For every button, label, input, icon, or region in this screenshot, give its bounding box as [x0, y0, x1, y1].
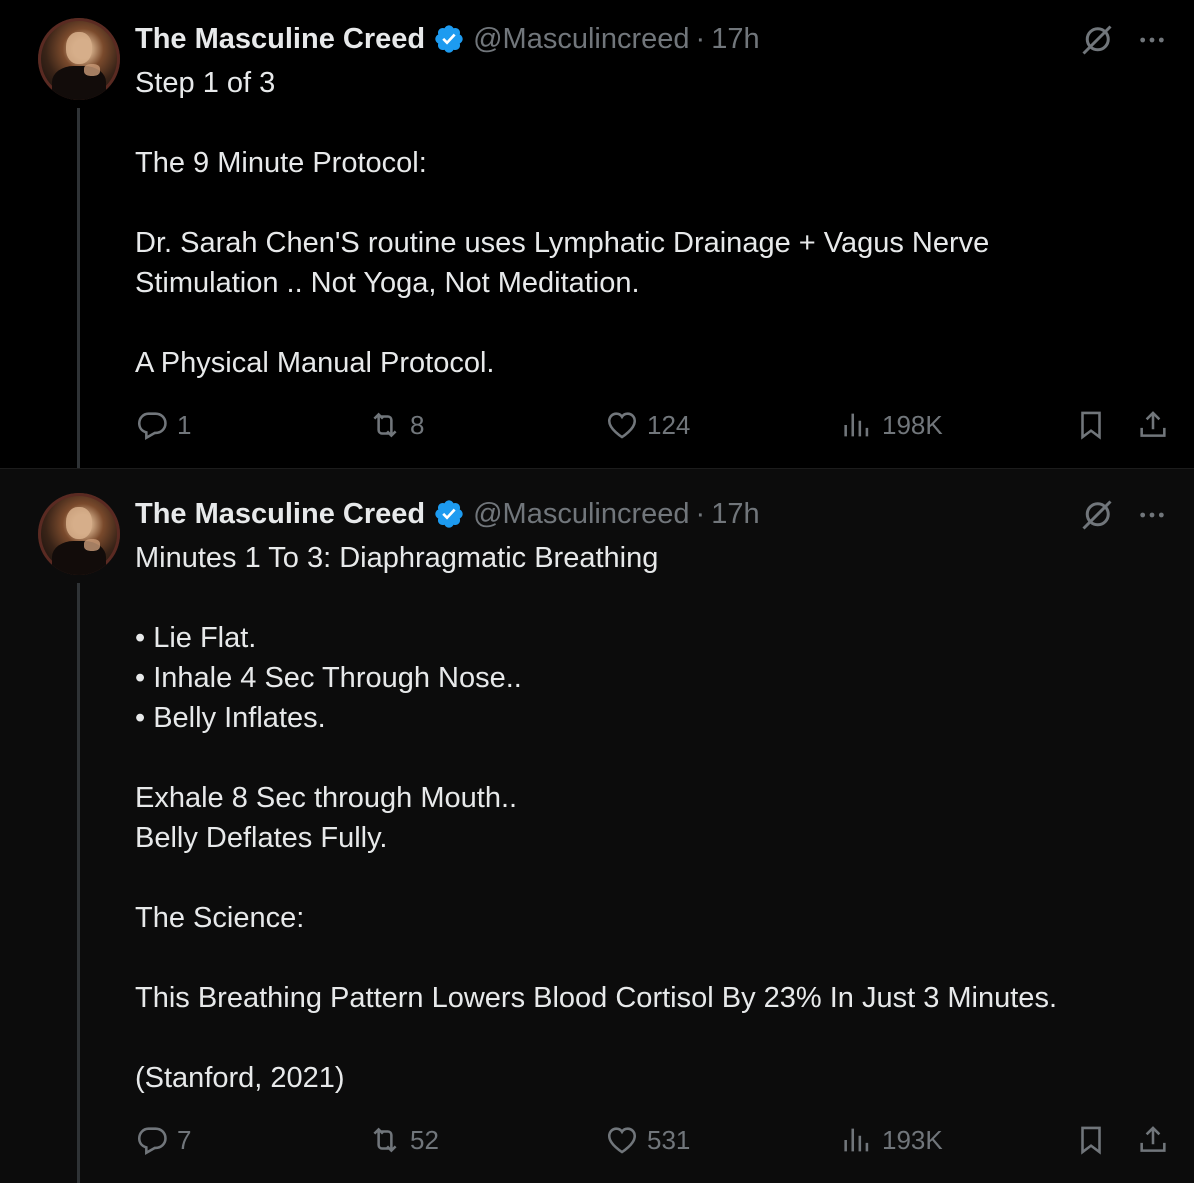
tweet-line: (Stanford, 2021): [135, 1062, 345, 1094]
reply-button[interactable]: 7: [135, 1123, 191, 1157]
action-bar: 1 8 124 198K: [0, 408, 1194, 448]
reply-button[interactable]: 1: [135, 408, 191, 442]
tweet-line: The 9 Minute Protocol:: [135, 147, 427, 179]
reply-icon: [137, 1127, 167, 1155]
repost-button[interactable]: 52: [368, 1123, 439, 1157]
timestamp[interactable]: 17h: [711, 498, 759, 531]
reply-count: 7: [177, 1124, 192, 1155]
grok-icon[interactable]: [1079, 22, 1115, 58]
repost-count: 8: [410, 409, 425, 440]
thread-line: [77, 583, 80, 1183]
tweet-line: The Science:: [135, 902, 305, 934]
share-icon: [1140, 411, 1166, 437]
tweet-header: The Masculine Creed @Masculincreed · 17h: [135, 19, 760, 59]
views-button[interactable]: 193K: [840, 1123, 943, 1157]
tweet-line: A Physical Manual Protocol.: [135, 347, 495, 379]
tweet-line: [135, 183, 1155, 223]
tweet-header: The Masculine Creed @Masculincreed · 17h: [135, 494, 760, 534]
repost-icon: [373, 412, 397, 438]
tweet-line: Stimulation .. Not Yoga, Not Meditation.: [135, 267, 640, 299]
tweet-line: • Lie Flat.: [135, 622, 257, 654]
grok-icon[interactable]: [1079, 497, 1115, 533]
tweet-line: [135, 858, 1155, 898]
bookmark-icon: [1081, 1126, 1101, 1155]
bookmark-icon: [1081, 411, 1101, 440]
tweet-line: Exhale 8 Sec through Mouth..: [135, 782, 518, 814]
like-button[interactable]: 531: [605, 1123, 690, 1157]
tweet-line: [135, 738, 1155, 778]
separator: ·: [695, 497, 706, 530]
like-icon: [607, 412, 637, 439]
reply-icon: [137, 412, 167, 440]
tweet-line: Belly Deflates Fully.: [135, 822, 388, 854]
like-icon: [607, 1127, 637, 1154]
avatar[interactable]: [38, 18, 120, 100]
verified-badge-icon[interactable]: [433, 23, 465, 55]
reply-count: 1: [177, 409, 192, 440]
tweet-line: [135, 303, 1155, 343]
views-count: 198K: [882, 409, 943, 440]
avatar[interactable]: [38, 493, 120, 575]
author-handle[interactable]: @Masculincreed: [473, 498, 689, 531]
like-button[interactable]: 124: [605, 408, 690, 442]
tweet-line: [135, 103, 1155, 143]
author-handle[interactable]: @Masculincreed: [473, 23, 689, 56]
share-icon: [1140, 1126, 1166, 1152]
author-name[interactable]: The Masculine Creed: [135, 23, 425, 56]
tweet[interactable]: The Masculine Creed @Masculincreed · 17h…: [0, 0, 1194, 468]
tweet-line: [135, 578, 1155, 618]
more-icon[interactable]: [1136, 22, 1168, 58]
author-name[interactable]: The Masculine Creed: [135, 498, 425, 531]
separator: ·: [695, 22, 706, 55]
tweet-text: Step 1 of 3 The 9 Minute Protocol: Dr. S…: [135, 63, 1155, 383]
tweet-line: Step 1 of 3: [135, 67, 276, 99]
bookmark-button[interactable]: [1074, 1123, 1108, 1157]
share-button[interactable]: [1136, 1123, 1170, 1157]
tweet-text: Minutes 1 To 3: Diaphragmatic Breathing …: [135, 538, 1155, 1098]
tweet-line: Dr. Sarah Chen'S routine uses Lymphatic …: [135, 227, 990, 259]
tweet[interactable]: The Masculine Creed @Masculincreed · 17h…: [0, 468, 1194, 1183]
like-count: 531: [647, 1124, 691, 1155]
tweet-line: [135, 1018, 1155, 1058]
tweet-line: Minutes 1 To 3: Diaphragmatic Breathing: [135, 542, 659, 574]
tweet-line: [135, 938, 1155, 978]
verified-badge-icon[interactable]: [433, 498, 465, 530]
action-bar: 7 52 531 193K: [0, 1123, 1194, 1163]
repost-icon: [373, 1127, 397, 1153]
like-count: 124: [647, 409, 691, 440]
views-icon: [844, 413, 869, 437]
views-button[interactable]: 198K: [840, 408, 943, 442]
tweet-line: • Belly Inflates.: [135, 702, 326, 734]
timestamp[interactable]: 17h: [711, 23, 759, 56]
repost-button[interactable]: 8: [368, 408, 424, 442]
tweet-line: • Inhale 4 Sec Through Nose..: [135, 662, 522, 694]
tweet-line: This Breathing Pattern Lowers Blood Cort…: [135, 982, 1057, 1014]
share-button[interactable]: [1136, 408, 1170, 442]
repost-count: 52: [410, 1124, 439, 1155]
bookmark-button[interactable]: [1074, 408, 1108, 442]
views-icon: [844, 1128, 869, 1152]
more-icon[interactable]: [1136, 497, 1168, 533]
views-count: 193K: [882, 1124, 943, 1155]
